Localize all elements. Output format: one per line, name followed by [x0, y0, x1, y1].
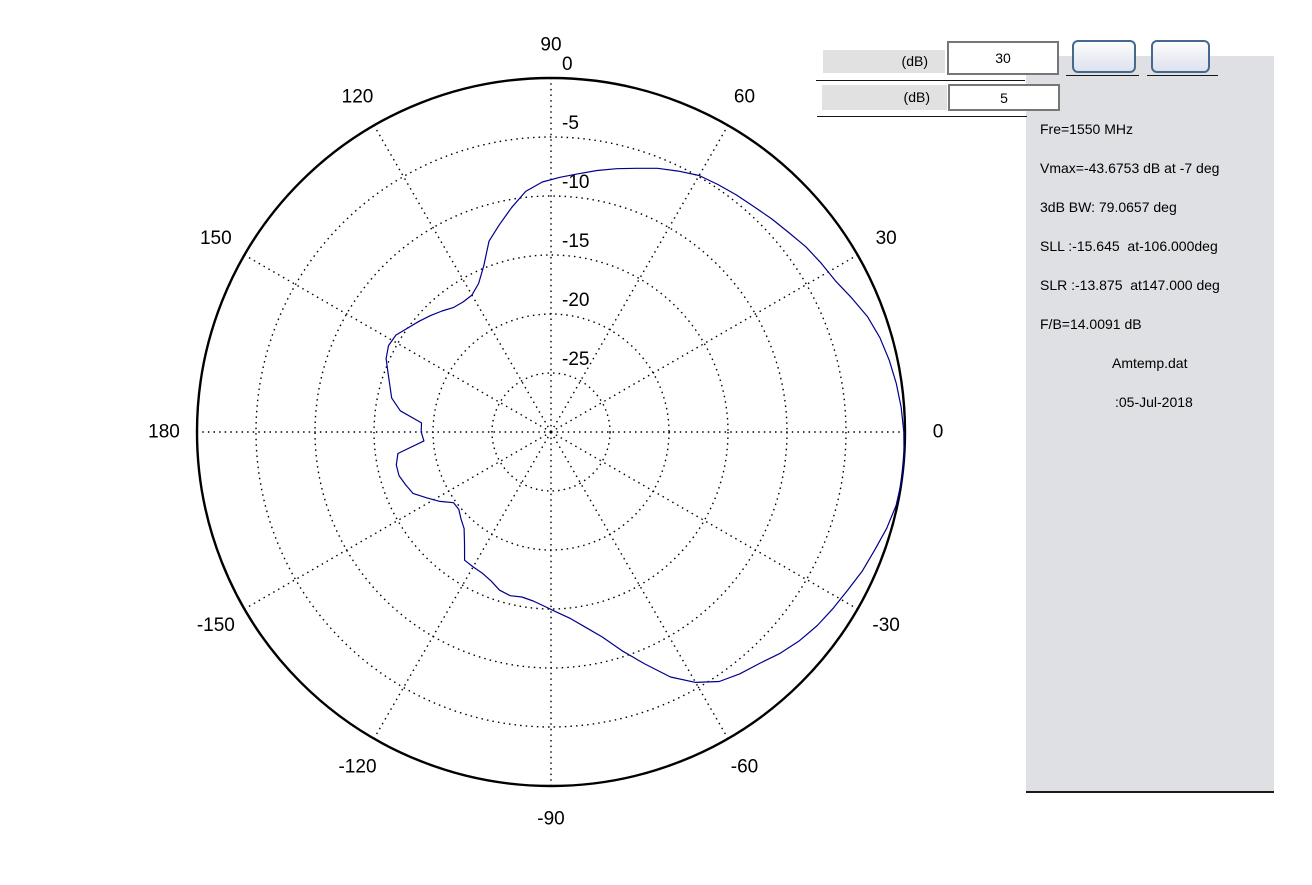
- divider-line: [816, 80, 1025, 81]
- data-file-name: Amtemp.dat: [1112, 355, 1188, 371]
- action-button-2[interactable]: [1151, 40, 1210, 73]
- polar-spoke: [244, 254, 552, 433]
- radial-tick-label: -25: [562, 349, 589, 370]
- angle-tick-label: 120: [342, 86, 374, 107]
- angle-tick-label: -150: [197, 615, 235, 636]
- angle-tick-label: 90: [540, 35, 561, 56]
- angle-tick-label: -30: [872, 615, 899, 636]
- pattern-trace: [385, 167, 905, 684]
- polar-spoke: [373, 125, 552, 433]
- scale-step-label: (dB): [822, 85, 947, 110]
- divider-line: [1066, 75, 1139, 76]
- polar-spoke: [550, 431, 858, 610]
- results-text-block: Fre=1550 MHz Vmax=-43.6753 dB at -7 deg …: [1026, 56, 1274, 422]
- divider-line: [1147, 75, 1218, 76]
- scale-step-input[interactable]: [948, 84, 1060, 111]
- radial-tick-label: -20: [562, 290, 589, 311]
- angle-tick-label: -60: [731, 757, 758, 778]
- stat-frequency: Fre=1550 MHz: [1040, 121, 1133, 137]
- angle-tick-label: 180: [148, 422, 180, 443]
- polar-spoke: [550, 254, 858, 433]
- measurement-date: :05-Jul-2018: [1115, 394, 1193, 410]
- radial-tick-label: -5: [562, 113, 579, 134]
- angle-tick-label: 30: [876, 228, 897, 249]
- divider-line: [817, 116, 1027, 117]
- app-window: 0 30 60 90 120 150 180 -150 -120 -90 -60 -30 0 -5 -10 -…: [0, 0, 1312, 885]
- angle-tick-label: -90: [537, 809, 564, 830]
- angle-tick-label: 150: [200, 228, 232, 249]
- radial-tick-label: -15: [562, 231, 589, 252]
- stat-vmax: Vmax=-43.6753 dB at -7 deg: [1040, 160, 1220, 176]
- angle-tick-label: -120: [338, 757, 376, 778]
- scale-range-label: (dB): [823, 50, 945, 73]
- stat-sidelobe-left: SLL :-15.645 at-106.000deg: [1040, 238, 1218, 254]
- stat-3db-beamwidth: 3dB BW: 79.0657 deg: [1040, 199, 1177, 215]
- scale-range-input[interactable]: [947, 41, 1059, 75]
- action-button-1[interactable]: [1072, 40, 1136, 73]
- radial-tick-label: -10: [562, 172, 589, 193]
- angle-tick-label: 60: [734, 86, 755, 107]
- stat-front-to-back: F/B=14.0091 dB: [1040, 316, 1142, 332]
- angle-tick-label: 0: [933, 422, 944, 443]
- results-panel: Fre=1550 MHz Vmax=-43.6753 dB at -7 deg …: [1026, 56, 1274, 793]
- radial-tick-label: 0: [562, 54, 573, 75]
- stat-sidelobe-right: SLR :-13.875 at147.000 deg: [1040, 277, 1220, 293]
